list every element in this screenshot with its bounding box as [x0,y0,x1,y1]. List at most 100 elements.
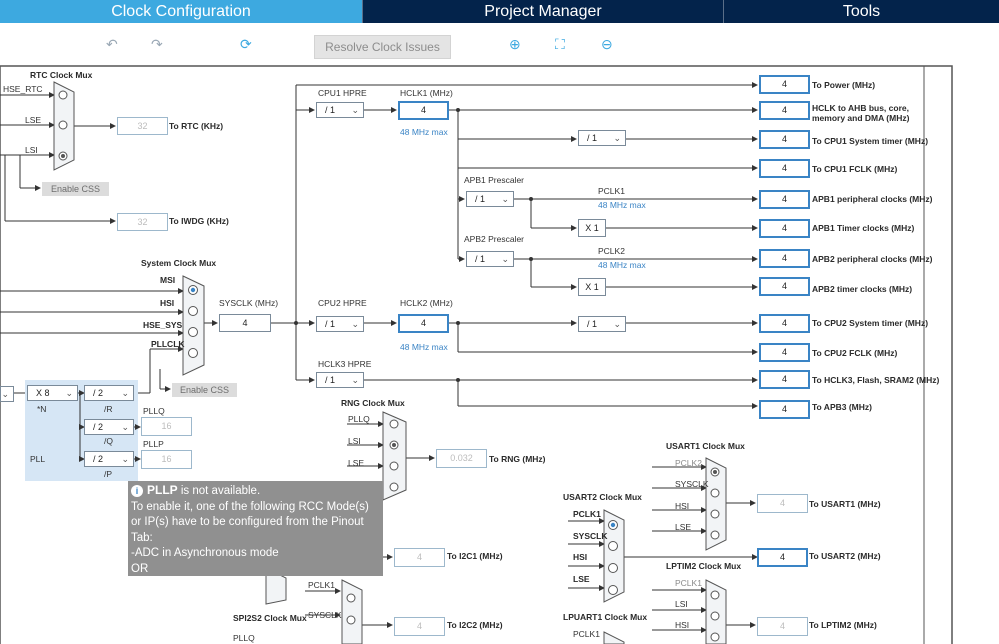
output-hclk3-label: To HCLK3, Flash, SRAM2 (MHz) [812,375,940,385]
sysmux-input-pllclk: PLLCLK [151,339,185,349]
usart1-input-lse: LSE [675,522,692,532]
cpu1-systimer-select[interactable]: / 1 ⌄ [578,130,626,146]
lpuart1-input-pclk1: PCLK1 [573,629,600,639]
tooltip-line: OR [131,562,149,575]
pll-m-select[interactable]: ⌄ [0,386,14,402]
rng-input-lse: LSE [348,458,365,468]
apb1-prescaler-select[interactable]: / 1 ⌄ [466,191,514,207]
output-cpu2-fclk-value[interactable]: 4 [759,343,810,362]
output-power-label: To Power (MHz) [812,80,876,90]
tooltip-line: -ADC in Asynchronous mode [131,547,279,559]
output-apb3-value[interactable]: 4 [759,400,810,419]
usart2-mux-title: USART2 Clock Mux [563,492,642,502]
output-apb1-timer-label: APB1 Timer clocks (MHz) [812,223,915,233]
hclk1-max: 48 MHz max [400,127,448,137]
tooltip-title: PLLP [147,483,178,497]
output-power-value[interactable]: 4 [759,75,810,94]
lptim2-input-hsi: HSI [675,620,690,630]
hclk2-value[interactable]: 4 [398,314,449,333]
output-apb2-periph-value[interactable]: 4 [759,249,810,268]
hclk1-label: HCLK1 (MHz) [400,88,453,98]
i2c2-value: 4 [394,617,445,636]
apb2-prescaler-label: APB2 Prescaler [464,234,524,244]
i2c1-output-label: To I2C1 (MHz) [447,551,503,561]
lpuart1-mux [603,631,625,644]
usart1-input-pclk2: PCLK2 [675,458,702,468]
output-cpu1-systimer-label: To CPU1 System timer (MHz) [812,136,929,146]
pll-label: PLL [30,454,46,464]
cpu1-hpre-select[interactable]: / 1 ⌄ [316,102,364,118]
hclk1-value[interactable]: 4 [398,101,449,120]
rng-mux-title: RNG Clock Mux [341,398,405,408]
info-icon: i [131,485,143,497]
pclk2-max: 48 MHz max [598,260,646,270]
apb1-prescaler-label: APB1 Prescaler [464,175,524,185]
tooltip-title-line: i PLLP is not available. [131,483,380,500]
hclk3-hpre-select[interactable]: / 1 ⌄ [316,372,364,388]
pll-q-select[interactable]: / 2 ⌄ [84,419,134,435]
usart2-value[interactable]: 4 [757,548,808,567]
spi-input-pllq: PLLQ [233,633,255,643]
iwdg-output-label: To IWDG (KHz) [169,216,229,226]
output-apb2-periph-label: APB2 peripheral clocks (MHz) [812,254,933,264]
lptim2-input-lsi: LSI [675,599,688,609]
pclk1-max: 48 MHz max [598,200,646,210]
sysmux-input-hse-sys: HSE_SYS [143,320,183,330]
pll-n-label: *N [37,404,47,414]
pllp-tooltip: i PLLP is not available. To enable it, on… [128,481,383,590]
cpu2-hpre-select[interactable]: / 1 ⌄ [316,316,364,332]
cpu2-systimer-select[interactable]: / 1 ⌄ [578,316,626,332]
sysclk-label: SYSCLK (MHz) [219,298,279,308]
rng-value: 0.032 [436,449,487,468]
sys-enable-css-button[interactable]: Enable CSS [172,383,237,397]
tooltip-line: or IP(s) have to be configured from the … [131,516,364,544]
lptim2-value: 4 [757,617,808,636]
pclk1-label: PCLK1 [598,186,625,196]
output-apb1-periph-value[interactable]: 4 [759,190,810,209]
hclk2-max: 48 MHz max [400,342,448,352]
chevron-down-icon: ⌄ [121,454,129,464]
pll-n-select[interactable]: X 8 ⌄ [27,385,78,401]
rtc-enable-css-button[interactable]: Enable CSS [42,182,109,196]
usart1-output-label: To USART1 (MHz) [809,499,881,509]
usart1-input-hsi: HSI [675,501,690,511]
output-hclk3-value[interactable]: 4 [759,370,810,389]
output-apb3-label: To APB3 (MHz) [812,402,872,412]
tooltip-line: To enable it, one of the following RCC M… [131,500,369,513]
sysmux-input-hsi: HSI [160,298,175,308]
i2c1-value: 4 [394,548,445,567]
rng-output-label: To RNG (MHz) [489,454,546,464]
sysclk-value[interactable]: 4 [219,314,271,332]
rtc-input-hse-rtc: HSE_RTC [3,84,43,94]
apb1-timer-mult: X 1 [578,219,606,237]
output-apb2-timer-label: APB2 timer clocks (MHz) [812,284,913,294]
output-cpu1-fclk-label: To CPU1 FCLK (MHz) [812,164,898,174]
output-cpu2-systimer-value[interactable]: 4 [759,314,810,333]
usart2-input-hsi: HSI [573,552,588,562]
pll-q-label: /Q [104,436,113,446]
rtc-input-lse: LSE [25,115,42,125]
apb2-prescaler-select[interactable]: / 1 ⌄ [466,251,514,267]
lptim2-input-pclk1: PCLK1 [675,578,702,588]
cpu1-hpre-label: CPU1 HPRE [318,88,367,98]
pll-p-select[interactable]: / 2 ⌄ [84,451,134,467]
pll-r-select[interactable]: / 2 ⌄ [84,385,134,401]
chevron-down-icon: ⌄ [65,388,73,398]
output-ahb-label-2: memory and DMA (MHz) [812,113,910,123]
output-apb2-timer-value[interactable]: 4 [759,277,810,296]
output-cpu1-systimer-value[interactable]: 4 [759,130,810,149]
output-ahb-label: HCLK to AHB bus, core, [812,103,909,113]
chevron-down-icon: ⌄ [501,254,509,264]
usart2-input-sysclk: SYSCLK [573,531,608,541]
spi-mux-title: SPI2S2 Clock Mux [233,613,307,623]
cpu2-hpre-label: CPU2 HPRE [318,298,367,308]
lpuart1-mux-title: LPUART1 Clock Mux [563,612,648,622]
pllp-value: 16 [141,450,192,469]
output-ahb-value[interactable]: 4 [759,101,810,120]
output-cpu1-fclk-value[interactable]: 4 [759,159,810,178]
tooltip-title-rest: is not available. [177,485,261,497]
output-apb1-timer-value[interactable]: 4 [759,219,810,238]
pclk2-label: PCLK2 [598,246,625,256]
rtc-mux-title: RTC Clock Mux [30,70,93,80]
usart1-value: 4 [757,494,808,513]
